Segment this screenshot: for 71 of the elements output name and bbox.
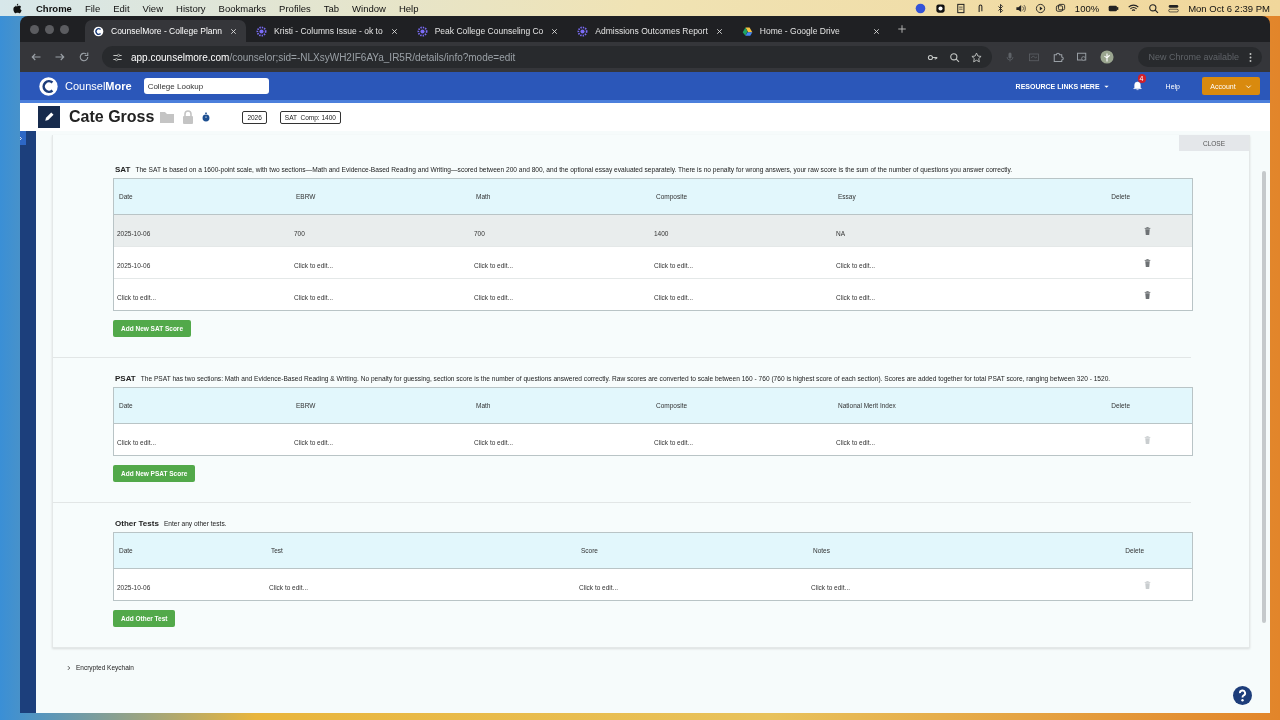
gear-icon [256,25,268,37]
menu-item[interactable]: Profiles [279,2,311,14]
scrollbar[interactable] [1262,171,1266,623]
browser-tab[interactable]: Kristi - Columns Issue - ok to [248,20,407,42]
section-title: Other Tests [115,519,159,528]
logo-icon[interactable] [38,75,59,97]
gear-icon [416,25,428,37]
stopwatch-icon[interactable] [201,112,212,122]
section-title: SAT [115,165,131,174]
zoom-icon[interactable] [949,51,960,63]
back-icon[interactable] [30,51,42,63]
tab-title: Peak College Counseling Co [434,26,544,36]
document-icon[interactable] [954,2,966,14]
meeting-icon[interactable] [914,2,926,14]
gear-icon [577,25,589,37]
menu-item[interactable]: Chrome [36,2,72,14]
browser-tab[interactable]: CounselMore - College Plann [85,20,247,42]
brand-name[interactable]: CounselMore [65,80,132,92]
star-icon[interactable] [971,51,982,63]
chevron-down-icon [1244,82,1252,90]
reload-icon[interactable] [78,51,90,63]
menu-item[interactable]: Edit [113,2,130,14]
close-icon[interactable] [871,26,881,36]
extensions-icon[interactable] [1052,51,1064,63]
url-text[interactable]: app.counselmore.com/counselor;sid=-NLXsyWH2IF6AYa_IR5R/details/info?mode=edit [131,51,919,63]
trash-icon[interactable] [1143,289,1152,300]
play-icon[interactable] [1034,2,1046,14]
tab-title: CounselMore - College Plann [111,26,223,36]
menu-item[interactable]: Window [352,2,386,14]
apple-icon[interactable] [12,2,23,14]
side-panel-icon[interactable] [1076,51,1088,63]
tab-title: Kristi - Columns Issue - ok to [274,26,383,36]
help-icon[interactable] [1233,686,1252,705]
browser-tab[interactable]: Admissions Outcomes Report [569,20,732,42]
search-icon[interactable] [1148,2,1160,14]
student-name: Cate Gross [69,108,155,126]
menu-item[interactable]: History [176,2,206,14]
triangle-logo-icon [741,25,753,37]
section-title: PSAT [115,374,136,383]
logo-icon [93,25,104,37]
profile-avatar-icon[interactable] [1100,50,1114,64]
browser-tab[interactable]: Home - Google Drive [733,20,889,42]
pencil-icon [43,111,55,123]
trash-icon[interactable] [1143,225,1152,236]
close-icon[interactable] [229,26,239,36]
volume-icon[interactable] [1014,2,1026,14]
control-center-icon[interactable] [1168,2,1180,14]
site-settings-icon[interactable] [112,51,123,63]
wifi-icon[interactable] [1128,2,1140,14]
tab-title: Home - Google Drive [759,26,841,36]
close-icon[interactable] [389,26,399,36]
app-icon[interactable] [934,2,946,14]
tab-title: Admissions Outcomes Report [595,26,708,36]
search-field[interactable]: College Lookup [143,78,269,94]
browser-tab[interactable]: Peak College Counseling Co [408,20,568,42]
close-icon[interactable] [550,26,560,36]
bell-icon[interactable] [1131,80,1143,91]
menu-item[interactable]: File [84,2,101,14]
clock: Mon Oct 6 2:39 PM [1188,2,1270,14]
battery-percent: 100% [1074,2,1100,14]
trash-icon[interactable] [1143,257,1152,268]
menu-item[interactable]: Help [398,2,419,14]
menu-item[interactable]: Bookmarks [218,2,267,14]
new-tab-icon[interactable] [896,24,907,34]
close-icon[interactable] [714,26,724,36]
address-bar[interactable]: app.counselmore.com/counselor;sid=-NLXsyWH2IF6AYa_IR5R/details/info?mode=edit [102,46,992,68]
menu-item[interactable]: Tab [323,2,340,14]
edit-button[interactable] [38,106,60,128]
forward-icon[interactable] [54,51,66,63]
menu-item[interactable]: View [142,2,163,14]
windows-icon[interactable] [1054,2,1066,14]
